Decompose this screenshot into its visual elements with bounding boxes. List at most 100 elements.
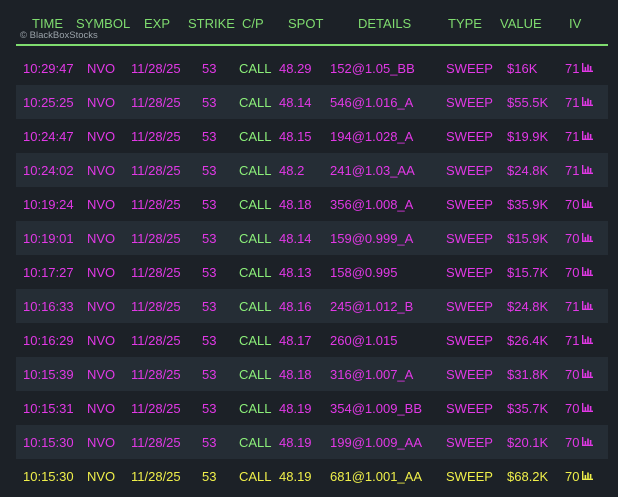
cell-strike: 53 xyxy=(202,435,217,450)
cell-value: $55.5K xyxy=(507,95,549,110)
cell-type: SWEEP xyxy=(446,61,493,76)
chart-icon[interactable] xyxy=(582,369,593,378)
cell-symbol: NVO xyxy=(87,163,116,178)
cell-spot: 48.18 xyxy=(279,197,312,212)
header-value[interactable]: VALUE xyxy=(500,16,542,31)
cell-cp: CALL xyxy=(239,95,272,110)
table-row[interactable]: 10:19:24 NVO 11/28/25 53 CALL 48.18 356@1.008_… xyxy=(16,187,608,221)
chart-icon[interactable] xyxy=(582,199,593,208)
cell-cp: CALL xyxy=(239,469,272,484)
table-row[interactable]: 10:24:02 NVO 11/28/25 53 CALL 48.2 241@1.03_AA… xyxy=(16,153,608,187)
table-row[interactable]: 10:16:33 NVO 11/28/25 53 CALL 48.16 245@1.012_… xyxy=(16,289,608,323)
cell-cp: CALL xyxy=(239,163,272,178)
header-strike[interactable]: STRIKE xyxy=(188,16,235,31)
cell-time: 10:29:47 xyxy=(23,61,74,76)
cell-details: 245@1.012_B xyxy=(330,299,414,314)
table-row[interactable]: 10:15:30 NVO 11/28/25 53 CALL 48.19 681@1.001_… xyxy=(16,459,608,493)
cell-type: SWEEP xyxy=(446,299,493,314)
cell-details: 681@1.001_AA xyxy=(330,469,422,484)
cell-strike: 53 xyxy=(202,163,217,178)
cell-spot: 48.17 xyxy=(279,333,312,348)
cell-cp: CALL xyxy=(239,197,272,212)
cell-type: SWEEP xyxy=(446,469,493,484)
cell-spot: 48.19 xyxy=(279,469,312,484)
table-row[interactable]: 10:19:01 NVO 11/28/25 53 CALL 48.14 159@0.999_… xyxy=(16,221,608,255)
cell-strike: 53 xyxy=(202,197,217,212)
table-row[interactable]: 10:16:29 NVO 11/28/25 53 CALL 48.17 260@1.015 S… xyxy=(16,323,608,357)
cell-exp: 11/28/25 xyxy=(131,469,181,484)
header-spot[interactable]: SPOT xyxy=(288,16,323,31)
cell-value: $68.2K xyxy=(507,469,549,484)
table-header: TIME SYMBOL EXP STRIKE C/P SPOT DETAILS … xyxy=(0,0,618,44)
cell-symbol: NVO xyxy=(87,469,116,484)
chart-icon[interactable] xyxy=(582,437,593,446)
cell-details: 354@1.009_BB xyxy=(330,401,422,416)
cell-value: $31.8K xyxy=(507,367,549,382)
cell-symbol: NVO xyxy=(87,435,116,450)
cell-details: 260@1.015 xyxy=(330,333,398,348)
header-details[interactable]: DETAILS xyxy=(358,16,411,31)
header-time[interactable]: TIME xyxy=(32,16,63,31)
table-row[interactable]: 10:15:31 NVO 11/28/25 53 CALL 48.19 354@1.009_… xyxy=(16,391,608,425)
table-row[interactable]: 10:29:47 NVO 11/28/25 53 CALL 48.29 152@1.05_B… xyxy=(16,51,608,85)
cell-type: SWEEP xyxy=(446,333,493,348)
header-cp[interactable]: C/P xyxy=(242,16,264,31)
chart-icon[interactable] xyxy=(582,63,593,72)
chart-icon[interactable] xyxy=(582,267,593,276)
cell-time: 10:24:02 xyxy=(23,163,74,178)
chart-icon[interactable] xyxy=(582,233,593,242)
cell-strike: 53 xyxy=(202,265,217,280)
cell-cp: CALL xyxy=(239,231,272,246)
cell-exp: 11/28/25 xyxy=(131,61,181,76)
cell-value: $24.8K xyxy=(507,163,549,178)
cell-exp: 11/28/25 xyxy=(131,129,181,144)
chart-icon[interactable] xyxy=(582,165,593,174)
options-flow-table: TIME SYMBOL EXP STRIKE C/P SPOT DETAILS … xyxy=(0,0,618,497)
chart-icon[interactable] xyxy=(582,471,593,480)
header-exp[interactable]: EXP xyxy=(144,16,170,31)
cell-iv: 71 xyxy=(565,333,580,348)
chart-icon[interactable] xyxy=(582,335,593,344)
table-row[interactable]: 10:15:39 NVO 11/28/25 53 CALL 48.18 316@1.007_… xyxy=(16,357,608,391)
table-row[interactable]: 10:25:25 NVO 11/28/25 53 CALL 48.14 546@1.016_… xyxy=(16,85,608,119)
chart-icon[interactable] xyxy=(582,131,593,140)
cell-symbol: NVO xyxy=(87,299,116,314)
cell-iv: 71 xyxy=(565,95,580,110)
cell-strike: 53 xyxy=(202,401,217,416)
chart-icon[interactable] xyxy=(582,403,593,412)
cell-time: 10:25:25 xyxy=(23,95,74,110)
chart-icon[interactable] xyxy=(582,301,593,310)
cell-strike: 53 xyxy=(202,333,217,348)
cell-strike: 53 xyxy=(202,367,217,382)
cell-iv: 71 xyxy=(565,163,580,178)
cell-strike: 53 xyxy=(202,231,217,246)
cell-type: SWEEP xyxy=(446,163,493,178)
cell-exp: 11/28/25 xyxy=(131,265,181,280)
cell-exp: 11/28/25 xyxy=(131,163,181,178)
cell-value: $15.7K xyxy=(507,265,549,280)
cell-type: SWEEP xyxy=(446,265,493,280)
cell-iv: 71 xyxy=(565,299,580,314)
cell-symbol: NVO xyxy=(87,333,116,348)
header-type[interactable]: TYPE xyxy=(448,16,482,31)
table-row[interactable]: 10:24:47 NVO 11/28/25 53 CALL 48.15 194@1.028_… xyxy=(16,119,608,153)
cell-iv: 70 xyxy=(565,197,580,212)
cell-type: SWEEP xyxy=(446,197,493,212)
table-row[interactable]: 10:15:30 NVO 11/28/25 53 CALL 48.19 199@1.009_… xyxy=(16,425,608,459)
cell-exp: 11/28/25 xyxy=(131,333,181,348)
cell-iv: 70 xyxy=(565,231,580,246)
header-symbol[interactable]: SYMBOL xyxy=(76,16,130,31)
cell-exp: 11/28/25 xyxy=(131,299,181,314)
cell-strike: 53 xyxy=(202,95,217,110)
cell-symbol: NVO xyxy=(87,265,116,280)
cell-type: SWEEP xyxy=(446,129,493,144)
cell-symbol: NVO xyxy=(87,61,116,76)
table-row[interactable]: 10:17:27 NVO 11/28/25 53 CALL 48.13 158@0.995 S… xyxy=(16,255,608,289)
header-iv[interactable]: IV xyxy=(569,16,581,31)
chart-icon[interactable] xyxy=(582,97,593,106)
cell-strike: 53 xyxy=(202,469,217,484)
cell-cp: CALL xyxy=(239,299,272,314)
cell-value: $26.4K xyxy=(507,333,549,348)
cell-details: 356@1.008_A xyxy=(330,197,414,212)
cell-spot: 48.2 xyxy=(279,163,305,178)
